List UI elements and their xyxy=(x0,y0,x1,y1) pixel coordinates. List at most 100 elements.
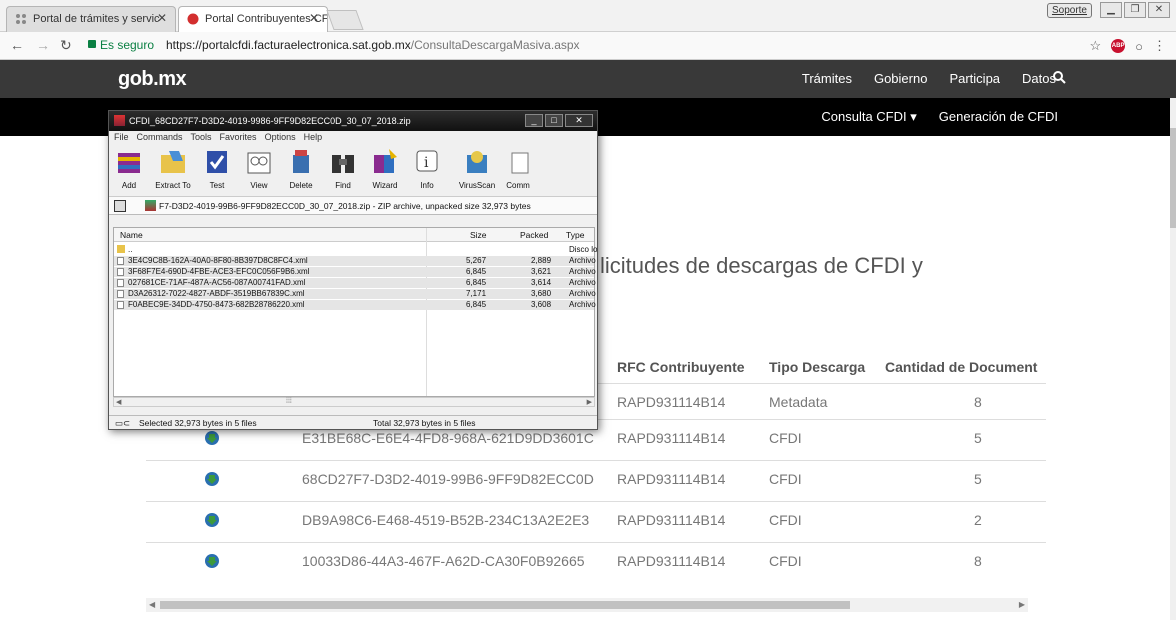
nav-generacion-cfdi[interactable]: Generación de CFDI xyxy=(939,109,1058,125)
up-folder-icon[interactable] xyxy=(114,200,126,212)
view-button[interactable]: View xyxy=(239,147,279,190)
minimize-icon[interactable]: _ xyxy=(525,114,543,127)
table-horizontal-scrollbar[interactable]: ◀ ▶ xyxy=(146,598,1028,612)
close-window-icon[interactable]: ✕ xyxy=(565,114,593,127)
col-type[interactable]: Type xyxy=(566,230,584,240)
search-icon[interactable] xyxy=(1052,70,1066,84)
cell-cantidad: 2 xyxy=(974,512,982,528)
add-button[interactable]: Add xyxy=(109,147,149,190)
window-controls: Soporte ▁ ❐ ✕ xyxy=(1046,2,1170,18)
delete-button[interactable]: Delete xyxy=(281,147,321,190)
forward-icon[interactable]: → xyxy=(36,37,50,53)
extract-to-button[interactable]: Extract To xyxy=(153,147,193,190)
nav-gobierno[interactable]: Gobierno xyxy=(874,71,927,86)
archive-title: CFDI_68CD27F7-D3D2-4019-9986-9FF9D82ECC0… xyxy=(129,116,411,126)
scroll-left-icon[interactable]: ◀ xyxy=(116,398,121,406)
scroll-right-icon[interactable]: ▶ xyxy=(587,398,592,406)
info-button[interactable]: i Info xyxy=(407,147,447,190)
back-icon[interactable]: ← xyxy=(10,37,24,53)
nav-datos[interactable]: Datos xyxy=(1022,71,1056,86)
col-packed[interactable]: Packed xyxy=(520,230,548,240)
file-row[interactable]: F0ABEC9E-34DD-4750-8473-682B28786220.xml… xyxy=(114,300,596,310)
menu-tools[interactable]: Tools xyxy=(191,132,212,144)
file-list-horizontal-scrollbar[interactable]: ◀ ⁞⁞⁞ ▶ xyxy=(113,397,595,407)
menu-help[interactable]: Help xyxy=(304,132,323,144)
delete-label: Delete xyxy=(289,181,313,190)
cell-tipo: CFDI xyxy=(769,512,802,528)
view-book-icon xyxy=(247,152,271,174)
tab-portal-tramites[interactable]: Portal de trámites y servic ✕ xyxy=(6,6,176,32)
comment-button[interactable]: Comm xyxy=(501,147,535,190)
file-row[interactable]: 3E4C9C8B-162A-40A0-8F80-8B397D8C8FC4.xml… xyxy=(114,256,596,266)
cell-cantidad: 5 xyxy=(974,430,982,446)
maximize-icon[interactable]: □ xyxy=(545,114,563,127)
gob-header: gob.mx Trámites Gobierno Participa Datos xyxy=(0,60,1176,98)
scroll-grip-icon[interactable]: ⁞⁞⁞ xyxy=(286,398,292,405)
scroll-thumb[interactable] xyxy=(160,601,850,609)
file-row[interactable]: .. Disco lo xyxy=(114,245,598,255)
page-vertical-scrollbar[interactable] xyxy=(1170,98,1176,620)
col-name[interactable]: Name xyxy=(120,230,143,240)
url-field[interactable]: https://portalcfdi.facturaelectronica.sa… xyxy=(166,38,580,52)
wizard-button[interactable]: Wizard xyxy=(365,147,405,190)
test-button[interactable]: Test xyxy=(197,147,237,190)
archive-path: F7-D3D2-4019-99B6-9FF9D82ECC0D_30_07_201… xyxy=(159,201,531,211)
cell-rfc: RAPD931114B14 xyxy=(617,512,726,528)
download-icon[interactable] xyxy=(204,471,220,487)
xml-file-icon xyxy=(117,268,124,276)
extension-icon[interactable]: ○ xyxy=(1135,39,1143,54)
minimize-icon[interactable]: ▁ xyxy=(1100,2,1122,18)
xml-file-icon xyxy=(117,257,124,265)
nav-participa[interactable]: Participa xyxy=(949,71,1000,86)
archive-path-bar[interactable]: F7-D3D2-4019-99B6-9FF9D82ECC0D_30_07_201… xyxy=(109,197,597,215)
cell-id: E31BE68C-E6E4-4FD8-968A-621D9DD3601C xyxy=(302,430,594,446)
nav-consulta-cfdi[interactable]: Consulta CFDI ▾ xyxy=(821,109,916,125)
test-icon xyxy=(207,151,227,173)
address-bar: ← → ↻ Es seguro https://portalcfdi.factu… xyxy=(0,32,1176,60)
file-type: Disco lo xyxy=(569,245,598,254)
col-size[interactable]: Size xyxy=(470,230,487,240)
folder-icon xyxy=(117,245,125,253)
status-total: Total 32,973 bytes in 5 files xyxy=(373,418,476,428)
new-tab-button[interactable] xyxy=(326,10,364,30)
download-icon[interactable] xyxy=(204,512,220,528)
cell-id: DB9A98C6-E468-4519-B52B-234C13A2E2E3 xyxy=(302,512,590,528)
find-button[interactable]: Find xyxy=(323,147,363,190)
restore-icon[interactable]: ❐ xyxy=(1124,2,1146,18)
find-label: Find xyxy=(335,181,351,190)
download-icon[interactable] xyxy=(204,553,220,569)
col-tipo: Tipo Descarga xyxy=(769,359,866,375)
url-path: /ConsultaDescargaMasiva.aspx xyxy=(410,38,580,52)
download-icon[interactable] xyxy=(204,430,220,446)
menu-dots-icon[interactable]: ⋮ xyxy=(1153,38,1166,54)
cell-rfc: RAPD931114B14 xyxy=(617,394,726,410)
gob-logo[interactable]: gob.mx xyxy=(118,68,187,91)
tab-title: Portal de trámites y servic xyxy=(33,13,160,25)
menu-options[interactable]: Options xyxy=(265,132,296,144)
menu-favorites[interactable]: Favorites xyxy=(220,132,257,144)
file-row[interactable]: 027681CE-71AF-487A-AC56-087A00741FAD.xml… xyxy=(114,278,596,288)
reload-icon[interactable]: ↻ xyxy=(60,37,72,54)
add-label: Add xyxy=(121,181,137,190)
cell-id: 68CD27F7-D3D2-4019-99B6-9FF9D82ECC0D xyxy=(302,471,594,487)
bookmark-star-icon[interactable]: ☆ xyxy=(1089,38,1101,54)
close-window-icon[interactable]: ✕ xyxy=(1148,2,1170,18)
menu-file[interactable]: File xyxy=(114,132,129,144)
close-tab-icon[interactable]: ✕ xyxy=(157,11,167,25)
wizard-label: Wizard xyxy=(372,181,398,190)
file-row[interactable]: D3A26312-7022-4827-ABDF-3519BB67839C.xml… xyxy=(114,289,596,299)
scroll-thumb[interactable] xyxy=(1170,128,1176,228)
close-tab-icon[interactable]: ✕ xyxy=(309,11,319,25)
test-label: Test xyxy=(209,181,225,190)
menu-commands[interactable]: Commands xyxy=(137,132,183,144)
support-button[interactable]: Soporte xyxy=(1046,2,1092,18)
adblock-icon[interactable]: ABP xyxy=(1111,39,1126,53)
virusscan-button[interactable]: VirusScan xyxy=(454,147,500,190)
file-row[interactable]: 3F68F7E4-690D-4FBE-ACE3-EFC0C056F9B6.xml… xyxy=(114,267,596,277)
scroll-left-icon[interactable]: ◀ xyxy=(149,598,155,612)
archive-titlebar[interactable]: CFDI_68CD27F7-D3D2-4019-9986-9FF9D82ECC0… xyxy=(109,111,597,131)
nav-tramites[interactable]: Trámites xyxy=(802,71,852,86)
scroll-right-icon[interactable]: ▶ xyxy=(1019,598,1025,612)
tab-portal-contribuyentes[interactable]: Portal Contribuyentes CF ✕ xyxy=(178,6,328,32)
archive-file-icon xyxy=(145,200,156,211)
